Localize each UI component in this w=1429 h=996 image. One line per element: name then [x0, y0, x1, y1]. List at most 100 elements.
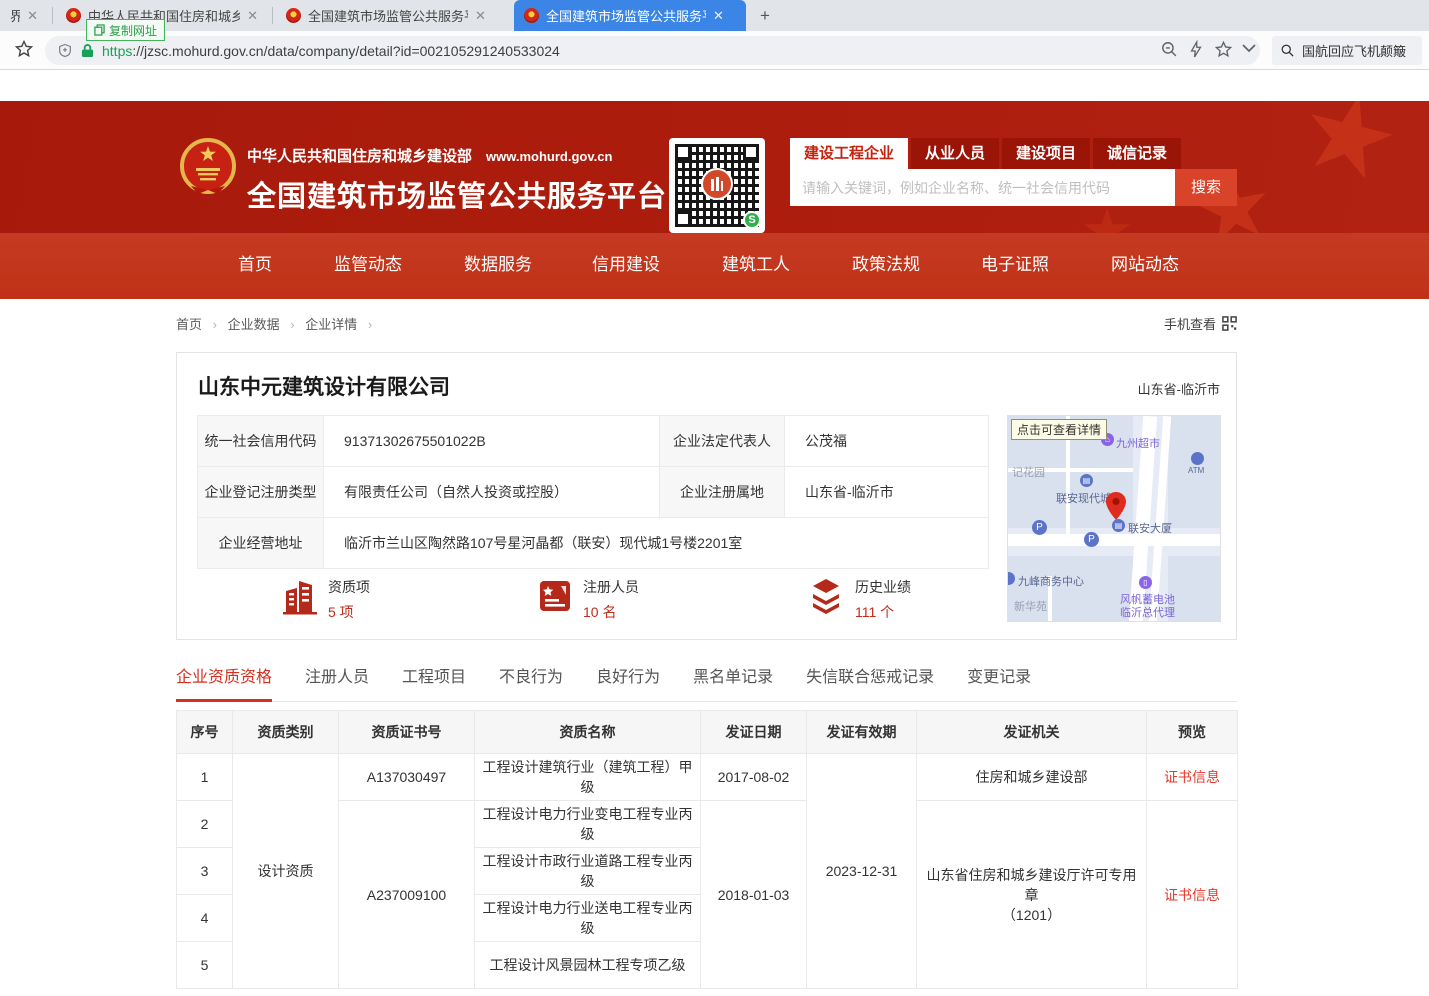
tab-change-records[interactable]: 变更记录 [967, 660, 1031, 696]
copy-icon [94, 24, 105, 36]
copy-tip-label: 复制网址 [109, 22, 157, 39]
search-tab-credit[interactable]: 诚信记录 [1093, 138, 1181, 169]
breadcrumb: 首页 › 企业数据 › 企业详情 › 手机查看 [176, 314, 1237, 334]
nav-item-site-news[interactable]: 网站动态 [1111, 233, 1179, 299]
tab-close-icon[interactable]: ✕ [247, 8, 258, 24]
detail-tabs: 企业资质资格 注册人员 工程项目 不良行为 良好行为 黑名单记录 失信联合惩戒记… [176, 660, 1237, 702]
seq-cell: 3 [177, 848, 233, 895]
chevron-down-icon[interactable] [1242, 44, 1256, 53]
cert-name-cell: 工程设计建筑行业（建筑工程）甲级 [475, 754, 701, 801]
content-area: 首页 › 企业数据 › 企业详情 › 手机查看 山东中元建筑设计有限公司 山东省… [176, 299, 1237, 989]
search-tab-project[interactable]: 建设项目 [1002, 138, 1090, 169]
tab-good-behavior[interactable]: 良好行为 [596, 660, 660, 696]
qr-finder [743, 144, 759, 160]
legal-rep-value: 公茂福 [785, 416, 989, 467]
keyword-search-input[interactable] [790, 169, 1175, 206]
tab-divider [52, 7, 53, 24]
table-row: 企业经营地址 临沂市兰山区陶然路107号星河晶都（联安）现代城1号楼2201室 [198, 518, 989, 569]
ministry-name: 中华人民共和国住房和城乡建设部 [247, 148, 472, 165]
copy-url-tooltip[interactable]: 复制网址 [86, 19, 165, 41]
col-category: 资质类别 [233, 711, 339, 754]
nav-item-home[interactable]: 首页 [238, 233, 272, 299]
tab-projects[interactable]: 工程项目 [402, 660, 466, 696]
certificate-icon [537, 577, 573, 615]
map-block [1168, 556, 1221, 622]
breadcrumb-company-detail[interactable]: 企业详情 [305, 317, 357, 332]
table-row: 企业登记注册类型 有限责任公司（自然人投资或控股） 企业注册属地 山东省-临沂市 [198, 467, 989, 518]
search-button[interactable]: 搜索 [1175, 169, 1237, 206]
certificate-info-link[interactable]: 证书信息 [1164, 769, 1220, 785]
legal-rep-label: 企业法定代表人 [660, 416, 785, 467]
tab-title: 全国建筑市场监管公共服务平台 [546, 6, 706, 25]
tab-close-icon[interactable]: ✕ [27, 8, 38, 24]
new-tab-button[interactable]: + [753, 4, 777, 28]
tab-title: 全国建筑市场监管公共服务平台 [308, 6, 468, 25]
search-input-row: 搜索 [790, 169, 1237, 206]
bookmark-star-icon[interactable] [14, 39, 34, 59]
cert-no-cell: A237009100 [339, 801, 475, 989]
search-tab-personnel[interactable]: 从业人员 [911, 138, 999, 169]
browser-tab-partial[interactable]: 界 ✕ [0, 0, 48, 31]
browser-tab-jzsc-1[interactable]: 全国建筑市场监管公共服务平台 ✕ [276, 0, 508, 31]
quick-search-box[interactable]: 国航回应飞机颠簸 [1272, 36, 1422, 65]
tab-blacklist[interactable]: 黑名单记录 [693, 660, 773, 696]
table-row: 1 设计资质 A137030497 工程设计建筑行业（建筑工程）甲级 2017-… [177, 754, 1238, 801]
tab-close-icon[interactable]: ✕ [713, 8, 724, 24]
qr-code-image: S [675, 144, 759, 227]
address-label: 企业经营地址 [198, 518, 324, 569]
qr-center-logo [701, 168, 733, 200]
favorite-star-icon[interactable] [1214, 40, 1233, 59]
tab-title: 界 [10, 6, 20, 25]
tab-close-icon[interactable]: ✕ [475, 8, 486, 24]
col-seq: 序号 [177, 711, 233, 754]
national-emblem-logo [179, 138, 237, 198]
col-authority: 发证机关 [917, 711, 1147, 754]
shield-plus-icon[interactable] [57, 42, 73, 59]
table-row: 统一社会信用代码 91371302675501022B 企业法定代表人 公茂福 [198, 416, 989, 467]
lock-icon[interactable] [81, 43, 94, 58]
map-label-tower: 联安大厦 [1128, 520, 1172, 536]
issue-date-cell: 2017-08-02 [701, 754, 807, 801]
breadcrumb-company-data[interactable]: 企业数据 [228, 317, 280, 332]
building-glyph [711, 177, 723, 191]
col-cert-no: 资质证书号 [339, 711, 475, 754]
breadcrumb-separator: › [368, 317, 372, 332]
mobile-view-link[interactable]: 手机查看 [1164, 314, 1237, 333]
stat-label: 资质项 [328, 577, 370, 597]
url-scheme: https [102, 43, 132, 59]
qr-small-icon [1222, 316, 1237, 331]
browser-toolbar: https://jzsc.mohurd.gov.cn/data/company/… [0, 31, 1429, 70]
stat-registered-personnel: 注册人员 10 名 [537, 577, 639, 622]
stat-history: 历史业绩 111 个 [807, 577, 911, 622]
nav-item-e-license[interactable]: 电子证照 [981, 233, 1049, 299]
nav-item-policy[interactable]: 政策法规 [852, 233, 920, 299]
url-bar[interactable]: https://jzsc.mohurd.gov.cn/data/company/… [45, 36, 1260, 65]
certificate-info-link[interactable]: 证书信息 [1164, 887, 1220, 903]
url-text: https://jzsc.mohurd.gov.cn/data/company/… [102, 43, 560, 59]
seq-cell: 5 [177, 942, 233, 989]
seq-cell: 4 [177, 895, 233, 942]
tab-strip: 界 ✕ 中华人民共和国住房和城乡建设 ✕ 全国建筑市场监管公共服务平台 ✕ 全国… [0, 0, 1429, 31]
qr-finder [675, 144, 691, 160]
nav-item-credit[interactable]: 信用建设 [592, 233, 660, 299]
tab-dishonesty[interactable]: 失信联合惩戒记录 [806, 660, 934, 696]
stat-label: 历史业绩 [855, 577, 911, 597]
site-header: ★ ★ ★ 中华人民共和国住房和城乡建设部www.mohurd.gov.cn 全… [0, 101, 1429, 233]
browser-tab-active[interactable]: 全国建筑市场监管公共服务平台 ✕ [514, 0, 746, 31]
tab-qualifications[interactable]: 企业资质资格 [176, 660, 272, 696]
nav-item-data-service[interactable]: 数据服务 [464, 233, 532, 299]
lightning-icon[interactable] [1187, 40, 1205, 59]
nav-item-supervision[interactable]: 监管动态 [334, 233, 402, 299]
tab-registered-personnel[interactable]: 注册人员 [305, 660, 369, 696]
battery-poi-icon: ▯ [1139, 576, 1152, 589]
credit-code-label: 统一社会信用代码 [198, 416, 324, 467]
zoom-out-icon[interactable] [1160, 40, 1179, 59]
breadcrumb-home[interactable]: 首页 [176, 317, 202, 332]
header-search-module: 建设工程企业 从业人员 建设项目 诚信记录 搜索 [790, 138, 1237, 206]
qr-green-badge: S [743, 211, 761, 229]
nav-item-workers[interactable]: 建筑工人 [722, 233, 790, 299]
tab-bad-behavior[interactable]: 不良行为 [499, 660, 563, 696]
search-tab-enterprise[interactable]: 建设工程企业 [790, 138, 908, 169]
reg-place-value: 山东省-临沂市 [785, 467, 989, 518]
location-map[interactable]: ⌂ 九州超市 ATM 记花园 ▤ 联安现代城 ▤ 联安大厦 P P 九峰商务中心… [1007, 415, 1221, 622]
